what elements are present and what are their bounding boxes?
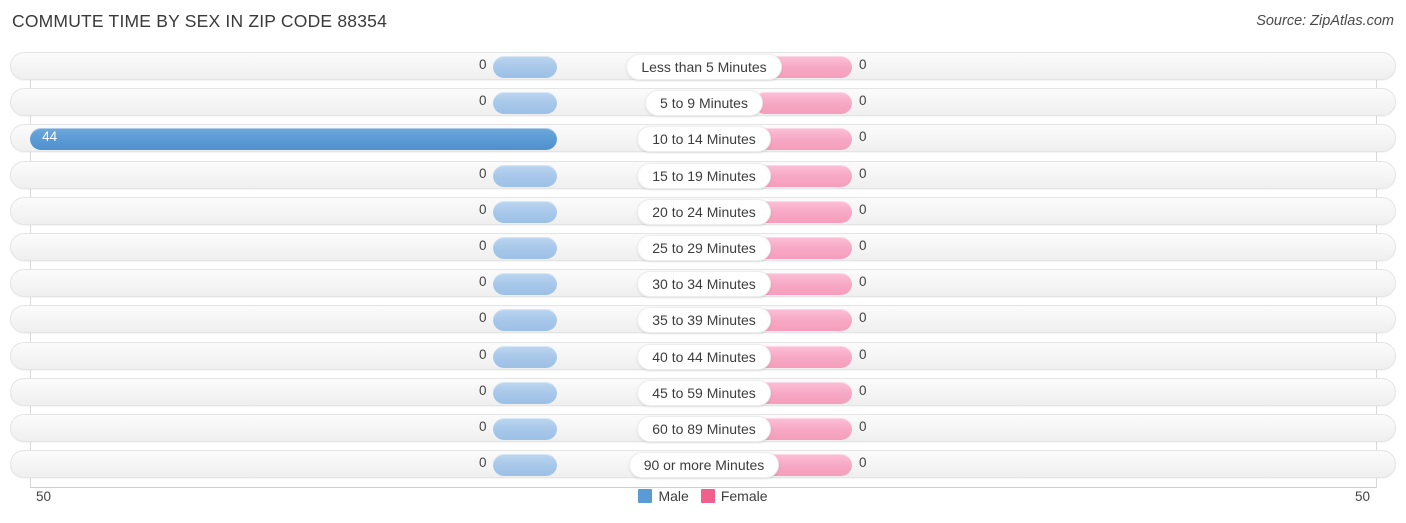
chart-legend: Male Female xyxy=(0,488,1406,504)
table-row[interactable]: 0 0 5 to 9 Minutes xyxy=(10,88,1396,117)
table-row[interactable]: 44 0 10 to 14 Minutes xyxy=(10,124,1396,153)
table-row[interactable]: 0 0 30 to 34 Minutes xyxy=(10,269,1396,298)
bar-value-female: 0 xyxy=(859,165,867,181)
bar-value-male: 0 xyxy=(479,419,487,434)
bar-male[interactable] xyxy=(493,92,557,115)
category-label: 30 to 34 Minutes xyxy=(652,276,756,293)
category-label: 90 or more Minutes xyxy=(643,457,765,474)
bar-value-male: 0 xyxy=(479,201,487,217)
category-label: 25 to 29 Minutes xyxy=(652,240,756,256)
bar-value-male: 0 xyxy=(479,274,487,290)
category-label: Less than 5 Minutes xyxy=(641,59,767,75)
bar-value-male: 44 xyxy=(42,129,58,145)
bar-male[interactable] xyxy=(493,237,557,259)
bar-value-female: 0 xyxy=(859,274,867,290)
bar-male[interactable] xyxy=(493,273,557,296)
table-row[interactable]: 0 0 60 to 89 Minutes xyxy=(10,414,1396,442)
category-label: 10 to 14 Minutes xyxy=(652,131,756,148)
bar-male[interactable] xyxy=(493,164,557,187)
category-label: 20 to 24 Minutes xyxy=(652,203,756,220)
category-label-pill: 20 to 24 Minutes xyxy=(637,198,771,225)
bar-value-female: 0 xyxy=(859,382,867,398)
bar-value-female: 0 xyxy=(859,93,867,109)
bar-value-female: 0 xyxy=(859,238,867,253)
legend-label-female: Female xyxy=(720,488,768,504)
bar-male[interactable] xyxy=(493,418,557,440)
bar-value-female: 0 xyxy=(859,201,867,217)
category-label-pill: 30 to 34 Minutes xyxy=(637,271,771,298)
bar-value-female: 0 xyxy=(859,129,867,145)
category-label: 5 to 9 Minutes xyxy=(660,95,748,112)
bar-value-male: 0 xyxy=(479,57,487,72)
category-label-pill: 40 to 44 Minutes xyxy=(637,343,771,370)
category-label: 35 to 39 Minutes xyxy=(652,312,756,329)
legend-swatch-male xyxy=(638,489,653,503)
category-label-pill: 90 or more Minutes xyxy=(628,452,780,479)
category-label: 40 to 44 Minutes xyxy=(652,348,756,365)
table-row[interactable]: 0 0 45 to 59 Minutes xyxy=(10,377,1396,406)
category-label-pill: 25 to 29 Minutes xyxy=(637,235,771,261)
table-row[interactable]: 0 0 Less than 5 Minutes xyxy=(10,52,1396,80)
bar-value-male: 0 xyxy=(479,382,487,398)
bar-value-female: 0 xyxy=(859,310,867,326)
bar-male[interactable] xyxy=(493,454,557,477)
bar-value-female: 0 xyxy=(859,346,867,362)
category-label-pill: 5 to 9 Minutes xyxy=(645,90,763,117)
category-label-pill: 15 to 19 Minutes xyxy=(637,162,771,189)
legend-item-male[interactable]: Male xyxy=(638,488,689,504)
bar-value-male: 0 xyxy=(479,165,487,181)
table-row[interactable]: 0 0 40 to 44 Minutes xyxy=(10,341,1396,370)
table-row[interactable]: 0 0 25 to 29 Minutes xyxy=(10,233,1396,261)
page-title: COMMUTE TIME BY SEX IN ZIP CODE 88354 xyxy=(12,11,388,31)
bar-value-male: 0 xyxy=(479,238,487,253)
table-row[interactable]: 0 0 35 to 39 Minutes xyxy=(10,305,1396,334)
bar-male[interactable] xyxy=(30,128,557,151)
chart-header: COMMUTE TIME BY SEX IN ZIP CODE 88354 So… xyxy=(0,0,1406,46)
bar-value-female: 0 xyxy=(859,57,867,72)
category-label-pill: 60 to 89 Minutes xyxy=(637,416,771,442)
bar-value-male: 0 xyxy=(479,93,487,109)
legend-label-male: Male xyxy=(658,488,689,504)
bar-male[interactable] xyxy=(493,56,557,78)
category-label-pill: 10 to 14 Minutes xyxy=(637,126,771,153)
category-label-pill: 45 to 59 Minutes xyxy=(637,379,771,406)
chart-page: COMMUTE TIME BY SEX IN ZIP CODE 88354 So… xyxy=(0,0,1406,523)
category-label: 60 to 89 Minutes xyxy=(652,421,756,437)
bar-female[interactable] xyxy=(754,92,852,115)
bar-value-male: 0 xyxy=(479,310,487,326)
bar-male[interactable] xyxy=(493,345,557,368)
chart-plot-area: 0 0 Less than 5 Minutes 0 0 5 to 9 Minutes 44 0… xyxy=(0,52,1406,488)
bar-male[interactable] xyxy=(493,200,557,223)
bar-value-male: 0 xyxy=(479,455,487,471)
category-label: 45 to 59 Minutes xyxy=(652,384,756,401)
bar-value-male: 0 xyxy=(479,346,487,362)
bar-male[interactable] xyxy=(493,309,557,332)
category-label-pill: 35 to 39 Minutes xyxy=(637,307,771,334)
category-label-pill: Less than 5 Minutes xyxy=(626,54,782,80)
bar-male[interactable] xyxy=(493,381,557,404)
legend-item-female[interactable]: Female xyxy=(700,488,768,504)
bar-value-female: 0 xyxy=(859,455,867,471)
source-attribution: Source: ZipAtlas.com xyxy=(1256,13,1394,29)
table-row[interactable]: 0 0 15 to 19 Minutes xyxy=(10,160,1396,189)
table-row[interactable]: 0 0 90 or more Minutes xyxy=(10,450,1396,479)
table-row[interactable]: 0 0 20 to 24 Minutes xyxy=(10,196,1396,225)
legend-swatch-female xyxy=(700,489,715,503)
category-label: 15 to 19 Minutes xyxy=(652,167,756,184)
bar-value-female: 0 xyxy=(859,419,867,434)
